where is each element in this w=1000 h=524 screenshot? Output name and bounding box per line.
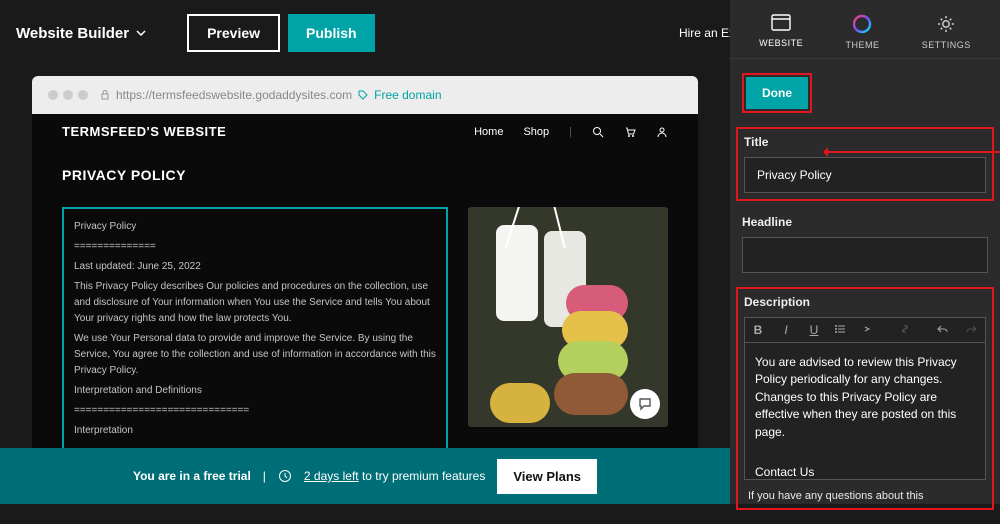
- right-sidebar: WEBSITE THEME SETTINGS Done Title Headli…: [730, 0, 1000, 504]
- user-icon[interactable]: [656, 126, 668, 138]
- divider: |: [263, 469, 266, 483]
- description-field-group: Description B I U: [736, 287, 994, 510]
- palette-icon: [852, 14, 872, 34]
- free-domain-link[interactable]: Free domain: [374, 88, 441, 102]
- tab-label: THEME: [845, 40, 879, 50]
- privacy-text-block[interactable]: Privacy Policy ============== Last updat…: [62, 207, 448, 471]
- title-input[interactable]: [744, 157, 986, 193]
- browser-chrome: https://termsfeedswebsite.godaddysites.c…: [32, 76, 698, 114]
- tab-label: WEBSITE: [759, 38, 803, 48]
- view-plans-button[interactable]: View Plans: [497, 459, 597, 494]
- tab-website[interactable]: WEBSITE: [759, 14, 803, 50]
- chat-icon[interactable]: [630, 389, 660, 419]
- description-label: Description: [744, 295, 986, 309]
- brand-text: Website Builder: [16, 25, 129, 42]
- search-icon[interactable]: [592, 126, 604, 138]
- headline-field-group: Headline: [742, 215, 988, 273]
- done-highlight: Done: [742, 73, 812, 113]
- redo-button[interactable]: [965, 323, 979, 337]
- tag-icon: [358, 90, 368, 100]
- link-button[interactable]: [899, 323, 913, 337]
- trial-days: 2 days left to try premium features: [304, 469, 485, 483]
- content-row: Privacy Policy ============== Last updat…: [32, 195, 698, 483]
- italic-button[interactable]: I: [779, 323, 793, 337]
- preview-panel: https://termsfeedswebsite.godaddysites.c…: [0, 66, 730, 504]
- browser-icon: [771, 14, 791, 32]
- nav-home[interactable]: Home: [474, 126, 503, 138]
- tab-settings[interactable]: SETTINGS: [922, 14, 971, 50]
- list-button[interactable]: [835, 323, 849, 337]
- desc-overflow: If you have any questions about this: [744, 480, 986, 502]
- policy-heading: Privacy Policy: [74, 219, 436, 235]
- headline-input[interactable]: [742, 237, 988, 273]
- policy-subheading: Interpretation and Definitions: [74, 383, 436, 399]
- last-updated: Last updated: June 25, 2022: [74, 259, 436, 275]
- title-label: Title: [744, 135, 986, 149]
- sidebar-tabs: WEBSITE THEME SETTINGS: [730, 0, 1000, 59]
- policy-para: This Privacy Policy describes Our polici…: [74, 279, 436, 327]
- done-button[interactable]: Done: [746, 77, 808, 109]
- site-nav: Home Shop |: [474, 126, 668, 138]
- underline-button[interactable]: U: [807, 323, 821, 337]
- site-title: TERMSFEED'S WEBSITE: [62, 124, 226, 139]
- cart-icon[interactable]: [624, 126, 636, 138]
- tab-label: SETTINGS: [922, 40, 971, 50]
- url-bar: https://termsfeedswebsite.godaddysites.c…: [100, 88, 442, 102]
- title-field-group: Title: [736, 127, 994, 201]
- window-dots: [48, 90, 88, 100]
- page-title: PRIVACY POLICY: [32, 149, 698, 195]
- preview-button[interactable]: Preview: [187, 14, 280, 52]
- nav-divider: |: [569, 126, 572, 138]
- trial-text: You are in a free trial: [133, 469, 251, 483]
- brand-label[interactable]: Website Builder: [16, 25, 147, 42]
- headline-label: Headline: [742, 215, 988, 229]
- policy-subheading: Interpretation: [74, 423, 436, 439]
- nav-shop[interactable]: Shop: [523, 126, 549, 138]
- clock-icon: [278, 469, 292, 483]
- policy-para: We use Your Personal data to provide and…: [74, 331, 436, 379]
- publish-button[interactable]: Publish: [288, 14, 375, 52]
- url-text: https://termsfeedswebsite.godaddysites.c…: [116, 88, 352, 102]
- rule: ==============================: [74, 403, 436, 419]
- macaron-image: [468, 207, 668, 427]
- sidebar-body: Done Title Headline Description B I U: [730, 59, 1000, 524]
- tab-theme[interactable]: THEME: [845, 14, 879, 50]
- annotation-arrow: [825, 151, 1000, 153]
- trial-bar: You are in a free trial | 2 days left to…: [0, 448, 730, 504]
- site-header: TERMSFEED'S WEBSITE Home Shop |: [32, 114, 698, 149]
- website-preview[interactable]: TERMSFEED'S WEBSITE Home Shop | PRIVACY …: [32, 114, 698, 483]
- chevron-down-icon: [135, 27, 147, 39]
- more-button[interactable]: [863, 323, 877, 337]
- rte-toolbar: B I U: [744, 317, 986, 342]
- bold-button[interactable]: B: [751, 323, 765, 337]
- desc-para: You are advised to review this Privacy P…: [755, 354, 975, 441]
- rule: ==============: [74, 239, 436, 255]
- lock-icon: [100, 90, 110, 100]
- description-editor[interactable]: You are advised to review this Privacy P…: [744, 342, 986, 480]
- undo-button[interactable]: [937, 323, 951, 337]
- gear-icon: [936, 14, 956, 34]
- desc-heading: Contact Us: [755, 464, 975, 480]
